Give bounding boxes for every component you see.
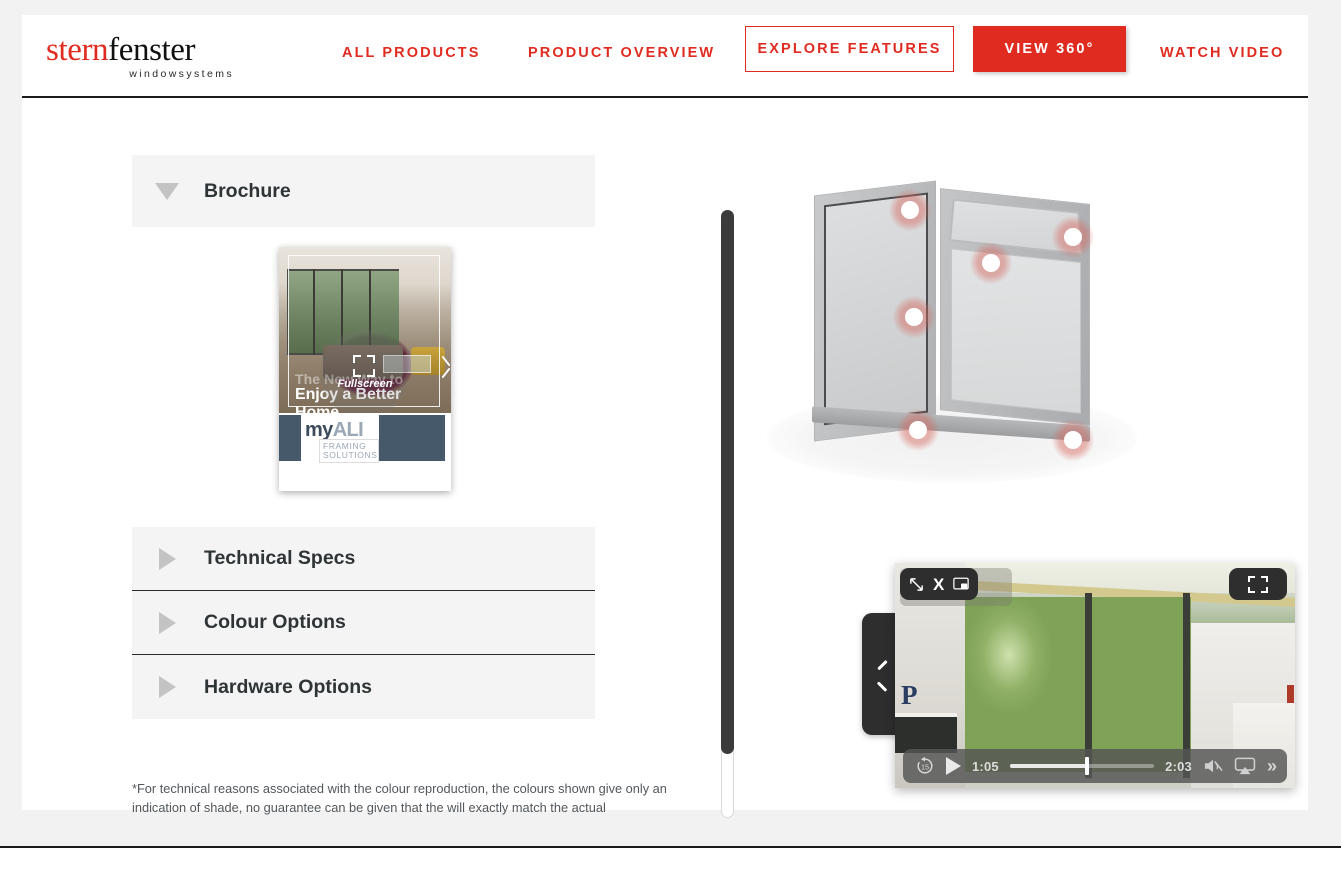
hotspot-vent[interactable] bbox=[970, 242, 1012, 284]
brochure-logo-subtext: FRAMING SOLUTIONS bbox=[323, 442, 378, 460]
airplay-icon[interactable] bbox=[1234, 757, 1256, 775]
video-progress-knob[interactable] bbox=[1084, 757, 1089, 775]
video-current-time: 1:05 bbox=[972, 758, 999, 774]
video-fullscreen-button[interactable] bbox=[1229, 568, 1287, 600]
product-360-viewer[interactable] bbox=[762, 178, 1162, 488]
left-panel: Brochure The New Way to Enjoy a Better F… bbox=[132, 155, 734, 818]
hotspot-door-handle[interactable] bbox=[893, 296, 935, 338]
rewind-15-icon[interactable]: 15 bbox=[915, 756, 935, 776]
exit-fullscreen-icon[interactable] bbox=[909, 577, 924, 592]
info-accordion: Brochure The New Way to Enjoy a Better F… bbox=[132, 155, 595, 719]
colour-disclaimer-footnote: *For technical reasons associated with t… bbox=[132, 781, 667, 815]
main-navigation: ALL PRODUCTS PRODUCT OVERVIEW EXPLORE FE… bbox=[22, 15, 1308, 98]
accordion-label-hardware-options: Hardware Options bbox=[204, 675, 372, 698]
nav-button-view-360[interactable]: VIEW 360° bbox=[973, 26, 1126, 72]
video-progress-slider[interactable] bbox=[1009, 757, 1155, 775]
brochure-logo-bar-left bbox=[279, 415, 301, 461]
accordion-label-colour-options: Colour Options bbox=[204, 611, 346, 633]
brochure-logo-suffix: ALI bbox=[332, 419, 364, 441]
video-scene-fireplace bbox=[895, 713, 957, 753]
hotspot-bottom-door[interactable] bbox=[897, 409, 939, 451]
picture-in-picture-icon[interactable] bbox=[953, 577, 970, 591]
accordion-label-brochure: Brochure bbox=[204, 179, 291, 202]
nav-link-watch-video[interactable]: WATCH VIDEO bbox=[1160, 45, 1284, 61]
video-duration: 2:03 bbox=[1165, 758, 1192, 774]
brochure-panel: The New Way to Enjoy a Better Home Fulls… bbox=[132, 227, 595, 527]
brochure-logo-prefix: my bbox=[305, 419, 333, 441]
chevron-right-icon bbox=[150, 611, 184, 634]
chevron-right-icon bbox=[150, 547, 184, 570]
accordion-item-technical-specs[interactable]: Technical Specs bbox=[132, 527, 595, 591]
close-icon[interactable]: X bbox=[933, 576, 944, 593]
chevron-right-icon[interactable] bbox=[438, 350, 451, 384]
chevron-right-icon bbox=[150, 676, 184, 698]
mute-icon[interactable] bbox=[1203, 757, 1223, 775]
brochure-logo-panel: myALI FRAMING SOLUTIONS bbox=[279, 413, 451, 491]
nav-link-product-overview[interactable]: PRODUCT OVERVIEW bbox=[528, 45, 715, 61]
nav-link-all-products[interactable]: ALL PRODUCTS bbox=[342, 45, 481, 61]
brochure-logo-sub-line2: SOLUTIONS bbox=[323, 450, 378, 460]
accordion-item-hardware-options[interactable]: Hardware Options bbox=[132, 655, 595, 719]
hotspot-top-right[interactable] bbox=[1052, 216, 1094, 258]
video-scene-accent bbox=[1287, 685, 1294, 703]
main-content: Brochure The New Way to Enjoy a Better F… bbox=[22, 98, 1308, 818]
rewind-15-label: 15 bbox=[921, 762, 929, 771]
right-panel: P X 15 1:05 2:03 » bbox=[662, 98, 1308, 810]
site-header: sternfenster windowsystems ALL PRODUCTS … bbox=[22, 15, 1308, 98]
nav-button-explore-features[interactable]: EXPLORE FEATURES bbox=[745, 26, 954, 72]
brochure-logo-bar-right bbox=[379, 415, 445, 461]
brochure-thumbnail[interactable]: The New Way to Enjoy a Better Home Fulls… bbox=[279, 247, 451, 491]
brochure-hover-overlay[interactable]: Fullscreen bbox=[279, 247, 451, 418]
video-overlay-controls[interactable]: X bbox=[900, 568, 979, 600]
fullscreen-icon bbox=[353, 355, 375, 377]
fullscreen-icon bbox=[1248, 576, 1268, 593]
accordion-item-brochure[interactable]: Brochure bbox=[132, 155, 595, 227]
hotspot-bottom-right[interactable] bbox=[1052, 419, 1094, 461]
accordion-label-technical-specs: Technical Specs bbox=[204, 547, 356, 569]
fast-forward-icon[interactable]: » bbox=[1267, 757, 1277, 775]
brochure-fullscreen-label: Fullscreen bbox=[337, 378, 393, 390]
video-control-bar: 15 1:05 2:03 » bbox=[903, 749, 1287, 783]
video-player[interactable]: P X 15 1:05 2:03 » bbox=[895, 563, 1295, 788]
page-bottom-strip bbox=[0, 846, 1341, 871]
play-icon[interactable] bbox=[946, 757, 961, 775]
page-container: sternfenster windowsystems ALL PRODUCTS … bbox=[22, 15, 1308, 818]
video-scene-garden bbox=[965, 597, 1191, 772]
video-scene-letter-p: P bbox=[901, 680, 918, 710]
hotspot-top-door[interactable] bbox=[889, 189, 931, 231]
video-progress-filled bbox=[1009, 764, 1087, 768]
chevron-down-icon bbox=[150, 182, 184, 200]
accordion-item-colour-options[interactable]: Colour Options bbox=[132, 591, 595, 655]
